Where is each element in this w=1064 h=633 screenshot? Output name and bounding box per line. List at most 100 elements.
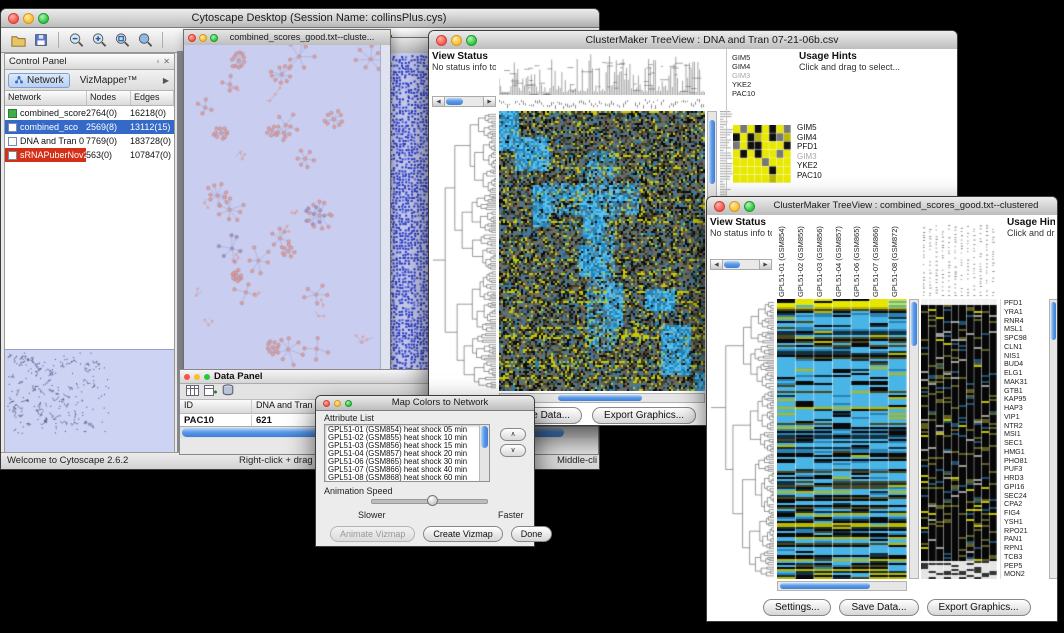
float-panel-icon[interactable] xyxy=(204,374,210,380)
treeview-button[interactable]: Export Graphics... xyxy=(592,407,696,424)
zoom-window-button[interactable] xyxy=(744,201,755,212)
tab-scroll-right-icon[interactable]: ▶ xyxy=(163,76,171,85)
column-header-network[interactable]: Network xyxy=(5,91,87,105)
minimize-panel-icon[interactable] xyxy=(194,374,200,380)
zoom-window-button[interactable] xyxy=(210,34,218,42)
column-label[interactable]: GPL51-07 (GSM866) xyxy=(871,217,890,297)
attribute-list-item[interactable]: GPL51-06 (GSM865) heat shock 30 min xyxy=(328,458,479,466)
dendrogram-hscrollbar[interactable]: ◀ ▶ xyxy=(432,96,496,107)
close-button[interactable] xyxy=(323,400,330,407)
gene-label[interactable]: PFD1 xyxy=(797,142,822,152)
minimize-button[interactable] xyxy=(334,400,341,407)
network-overview-panel[interactable] xyxy=(5,349,174,452)
minimize-button[interactable] xyxy=(23,13,34,24)
dendrogram-hscrollbar[interactable]: ◀ ▶ xyxy=(710,259,772,270)
scroll-right-icon[interactable]: ▶ xyxy=(759,260,771,269)
column-label[interactable]: GPL51-08 (GSM872) xyxy=(890,217,909,297)
zoom-out-icon[interactable] xyxy=(67,31,85,49)
minimize-button[interactable] xyxy=(729,201,740,212)
open-session-icon[interactable] xyxy=(9,31,27,49)
zoom-fit-icon[interactable] xyxy=(113,31,131,49)
tv2-row-dendrogram-canvas[interactable] xyxy=(710,299,774,579)
column-label[interactable]: GPL51-03 (GSM856) xyxy=(815,217,834,297)
column-label[interactable]: GPL51-04 (GSM857) xyxy=(834,217,853,297)
network-row[interactable]: combined_scores 2764(0) 16218(0) xyxy=(5,106,174,120)
column-header-nodes[interactable]: Nodes xyxy=(87,91,131,105)
scrollbar-thumb[interactable] xyxy=(780,583,870,589)
gene-label[interactable]: GIM4 xyxy=(732,62,755,71)
gene-label[interactable]: GIM3 xyxy=(732,71,755,80)
gene-label[interactable]: YKE2 xyxy=(732,80,755,89)
zoom-window-button[interactable] xyxy=(345,400,352,407)
attribute-list-item[interactable]: GPL51-02 (GSM855) heat shock 10 min xyxy=(328,434,479,442)
tv2-secondary-heatmap-canvas[interactable] xyxy=(921,299,997,579)
scrollbar-thumb[interactable] xyxy=(1051,302,1056,340)
zoom-in-icon[interactable] xyxy=(90,31,108,49)
gene-label[interactable]: GIM5 xyxy=(732,53,755,62)
attribute-store-icon[interactable] xyxy=(222,383,234,401)
close-panel-icon[interactable]: ✕ xyxy=(163,57,170,66)
cytoscape-titlebar[interactable]: Cytoscape Desktop (Session Name: collins… xyxy=(1,9,599,28)
gene-label[interactable]: YKE2 xyxy=(797,161,822,171)
attribute-list-item[interactable]: GPL51-04 (GSM857) heat shock 20 min xyxy=(328,450,479,458)
column-label[interactable]: GPL51-01 (GSM854) xyxy=(777,217,796,297)
scrollbar-thumb[interactable] xyxy=(724,261,740,268)
treeview-button[interactable]: Settings... xyxy=(763,599,831,616)
cluster-mini-heatmap-canvas[interactable] xyxy=(733,125,791,183)
attribute-list-item[interactable]: GPL51-01 (GSM854) heat shock 05 min xyxy=(328,426,479,434)
scroll-right-icon[interactable]: ▶ xyxy=(483,97,495,106)
zoom-window-button[interactable] xyxy=(466,35,477,46)
create-attribute-icon[interactable] xyxy=(204,383,217,401)
dialog-button[interactable]: Create Vizmap xyxy=(423,526,502,542)
gene-label[interactable]: GIM5 xyxy=(797,123,822,133)
slider-thumb[interactable] xyxy=(427,495,438,506)
attribute-list[interactable]: GPL51-01 (GSM854) heat shock 05 min GPL5… xyxy=(324,424,490,482)
float-panel-icon[interactable]: ▫ xyxy=(156,57,159,66)
network-graph-canvas[interactable] xyxy=(184,45,381,374)
treeview-button[interactable]: Export Graphics... xyxy=(927,599,1031,616)
scrollbar-thumb[interactable] xyxy=(911,302,917,346)
attribute-list-vscrollbar[interactable] xyxy=(479,425,489,481)
attribute-list-item[interactable]: GPL51-03 (GSM856) heat shock 15 min xyxy=(328,442,479,450)
attribute-list-item[interactable]: GPL51-07 (GSM866) heat shock 40 min xyxy=(328,466,479,474)
zoom-selected-icon[interactable] xyxy=(136,31,154,49)
gene-label[interactable]: GIM3 xyxy=(797,152,822,162)
inner-window-titlebar[interactable]: combined_scores_good.txt--cluste... xyxy=(184,30,390,46)
network-vscrollbar[interactable] xyxy=(380,45,390,374)
tab-vizmapper[interactable]: VizMapper™ xyxy=(75,74,143,87)
tv1-heatmap-canvas[interactable] xyxy=(499,111,705,391)
attribute-list-item[interactable]: GPL51-08 (GSM868) heat shock 60 min xyxy=(328,474,479,482)
minimize-button[interactable] xyxy=(451,35,462,46)
scrollbar-thumb[interactable] xyxy=(481,426,488,448)
zoom-window-button[interactable] xyxy=(38,13,49,24)
move-up-button[interactable]: ∧ xyxy=(500,428,526,441)
scrollbar-thumb[interactable] xyxy=(709,120,715,184)
dialog-titlebar[interactable]: Map Colors to Network xyxy=(316,396,534,411)
treeview-combined-titlebar[interactable]: ClusterMaker TreeView : combined_scores_… xyxy=(707,197,1057,216)
tv1-row-dendrogram-canvas[interactable] xyxy=(432,111,496,391)
dialog-button[interactable]: Animate Vizmap xyxy=(330,526,415,542)
tv2-heatmap-canvas[interactable] xyxy=(777,299,907,579)
heatmap-hscrollbar[interactable] xyxy=(777,581,907,591)
column-label[interactable]: GPL51-06 (GSM865) xyxy=(852,217,871,297)
dialog-button[interactable]: Done xyxy=(511,526,553,542)
column-header-edges[interactable]: Edges xyxy=(131,91,174,105)
minimize-button[interactable] xyxy=(199,34,207,42)
gene-label[interactable]: MON2 xyxy=(1004,570,1049,579)
close-panel-icon[interactable] xyxy=(184,374,190,380)
move-down-button[interactable]: ∨ xyxy=(500,444,526,457)
animation-speed-slider[interactable] xyxy=(371,499,488,504)
select-attributes-icon[interactable] xyxy=(186,383,199,401)
scroll-left-icon[interactable]: ◀ xyxy=(711,260,723,269)
scrollbar-thumb[interactable] xyxy=(446,98,463,105)
close-button[interactable] xyxy=(8,13,19,24)
treeview-dna-titlebar[interactable]: ClusterMaker TreeView : DNA and Tran 07-… xyxy=(429,31,957,50)
close-button[interactable] xyxy=(436,35,447,46)
tab-network[interactable]: Network xyxy=(8,73,70,88)
scrollbar-thumb[interactable] xyxy=(558,395,642,401)
save-session-icon[interactable] xyxy=(32,31,50,49)
network-row[interactable]: sRNAPuberNov2 563(0) 107847(0) xyxy=(5,148,174,162)
gene-list-vscrollbar[interactable] xyxy=(1049,299,1057,579)
close-button[interactable] xyxy=(188,34,196,42)
close-button[interactable] xyxy=(714,201,725,212)
